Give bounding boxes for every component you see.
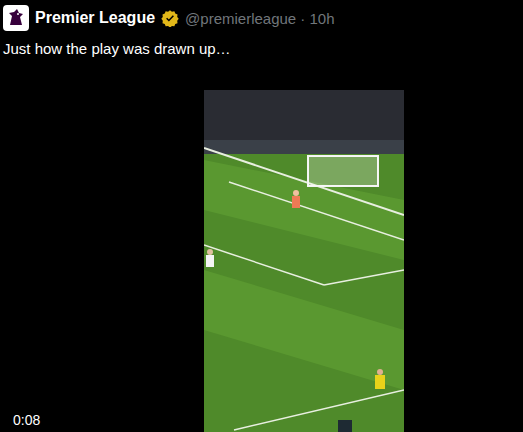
- video-player[interactable]: 0:08: [0, 90, 523, 432]
- author-name[interactable]: Premier League: [35, 9, 155, 27]
- video-area[interactable]: [204, 90, 404, 432]
- tweet-text: Just how the play was drawn up…: [0, 32, 523, 62]
- video-duration: 0:08: [10, 411, 43, 429]
- tweet-header: Premier League @premierleague · 10h: [0, 0, 523, 32]
- tweet: Premier League @premierleague · 10h Just h…: [0, 0, 523, 432]
- lion-icon: [6, 8, 26, 28]
- author-handle[interactable]: @premierleague · 10h: [185, 10, 334, 27]
- avatar[interactable]: [3, 5, 29, 31]
- video-frame[interactable]: [204, 90, 404, 432]
- verified-icon: [161, 9, 179, 27]
